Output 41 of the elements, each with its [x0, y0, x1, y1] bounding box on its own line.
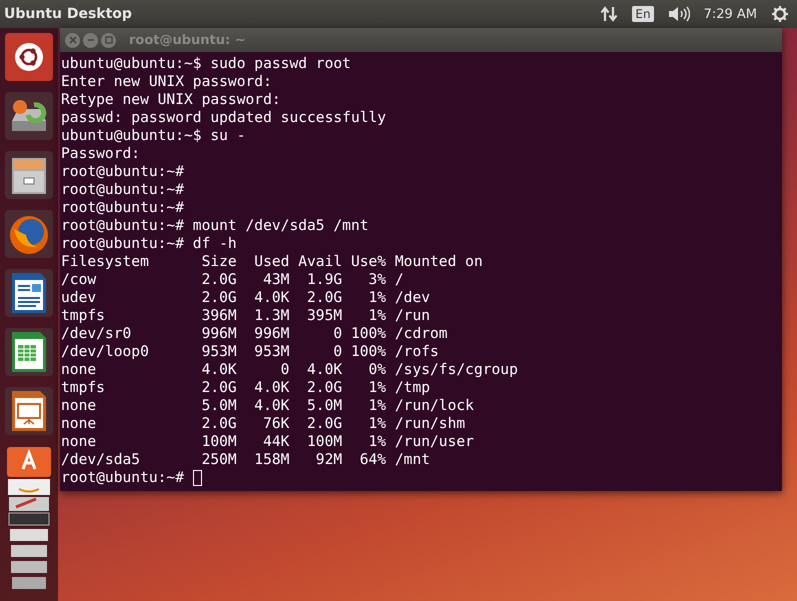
file-cabinet-icon[interactable]	[4, 150, 54, 200]
terminal-line: tmpfs 396M 1.3M 395M 1% /run	[61, 307, 432, 325]
volume-icon[interactable]	[668, 6, 690, 22]
terminal-line: Enter new UNIX password:	[61, 73, 273, 91]
terminal-line: /dev/sda5 250M 158M 92M 64% /mnt	[61, 451, 432, 469]
window-title: root@ubuntu: ~	[129, 32, 246, 48]
clock[interactable]: 7:29 AM	[704, 6, 757, 22]
close-icon	[68, 36, 76, 44]
terminal-line: none 2.0G 76K 2.0G 1% /run/shm	[61, 415, 466, 433]
terminal-line: root@ubuntu:~# df -h	[61, 235, 238, 253]
panel-title: Ubuntu Desktop	[4, 6, 132, 22]
terminal-line: /dev/loop0 953M 953M 0 100% /rofs	[61, 343, 440, 361]
terminal-prompt: root@ubuntu:~#	[61, 469, 184, 487]
presentation-icon[interactable]	[4, 386, 54, 436]
maximize-icon	[104, 36, 112, 44]
terminal-line: Retype new UNIX password:	[61, 91, 282, 109]
terminal-line: root@ubuntu:~#	[61, 163, 186, 181]
terminal-line: /dev/sr0 996M 996M 0 100% /cdrom	[61, 325, 449, 343]
terminal-line: /cow 2.0G 43M 1.9G 3% /	[61, 271, 405, 289]
terminal-line: none 100M 44K 100M 1% /run/user	[61, 433, 475, 451]
terminal-line: ubuntu@ubuntu:~$ sudo passwd root	[61, 55, 352, 73]
ubuntu-logo-icon[interactable]	[4, 32, 54, 82]
network-arrows-icon[interactable]	[600, 5, 618, 23]
text-document-icon[interactable]	[4, 268, 54, 318]
terminal-line: Filesystem Size Used Avail Use% Mounted on	[61, 253, 484, 271]
spreadsheet-icon[interactable]	[4, 327, 54, 377]
terminal-line: root@ubuntu:~#	[61, 181, 186, 199]
gear-icon[interactable]	[771, 5, 789, 23]
terminal-line: root@ubuntu:~#	[61, 199, 186, 217]
terminal-line: tmpfs 2.0G 4.0K 2.0G 1% /tmp	[61, 379, 432, 397]
keyboard-layout-indicator[interactable]: En	[632, 6, 654, 22]
terminal-line: ubuntu@ubuntu:~$ su -	[61, 127, 247, 145]
terminal-line: Password:	[61, 145, 142, 163]
terminal-line: root@ubuntu:~# mount /dev/sda5 /mnt	[61, 217, 370, 235]
terminal-line: none 5.0M 4.0K 5.0M 1% /run/lock	[61, 397, 475, 415]
firefox-icon[interactable]	[4, 209, 54, 259]
terminal-line: none 4.0K 0 4.0K 0% /sys/fs/cgroup	[61, 361, 519, 379]
minimize-icon	[86, 36, 94, 44]
text-cursor	[193, 470, 202, 486]
terminal-line: udev 2.0G 4.0K 2.0G 1% /dev	[61, 289, 432, 307]
terminal-line: passwd: password updated successfully	[61, 109, 388, 127]
